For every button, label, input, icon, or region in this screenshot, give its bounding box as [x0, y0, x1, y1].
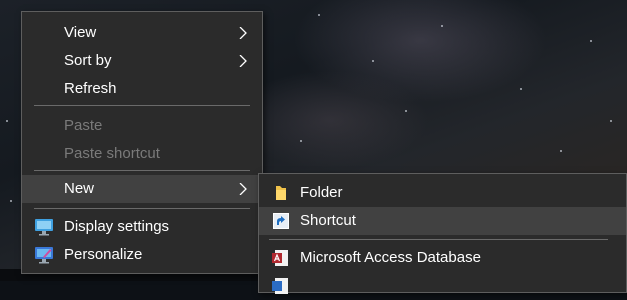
- personalize-icon: [35, 247, 53, 264]
- star-dot: [372, 60, 374, 62]
- star-dot: [610, 120, 612, 122]
- star-dot: [405, 110, 407, 112]
- menu-item-view[interactable]: View: [22, 19, 262, 47]
- menu-item-sort-by[interactable]: Sort by: [22, 47, 262, 75]
- desktop-context-menu: View Sort by Refresh Paste Paste shortcu…: [21, 11, 263, 274]
- access-database-icon: [272, 250, 288, 266]
- menu-item-personalize[interactable]: Personalize: [22, 241, 262, 269]
- menu-item-label: Personalize: [64, 246, 143, 263]
- menu-item-label: Refresh: [64, 80, 117, 97]
- star-dot: [560, 150, 562, 152]
- star-dot: [590, 40, 592, 42]
- menu-separator: [34, 208, 250, 209]
- submenu-item-folder[interactable]: Folder: [259, 179, 626, 207]
- folder-icon: [276, 186, 286, 200]
- chevron-right-icon: [239, 183, 247, 195]
- star-dot: [300, 140, 302, 142]
- menu-item-label: View: [64, 24, 97, 41]
- submenu-item-access-database[interactable]: Microsoft Access Database: [259, 244, 626, 272]
- display-settings-icon: [35, 219, 53, 236]
- menu-item-label: Shortcut: [300, 212, 356, 229]
- menu-separator: [269, 239, 608, 240]
- menu-item-refresh[interactable]: Refresh: [22, 75, 262, 103]
- menu-item-label: Microsoft Access Database: [300, 249, 481, 266]
- menu-item-new[interactable]: New: [22, 175, 262, 203]
- star-dot: [6, 120, 8, 122]
- star-dot: [10, 200, 12, 202]
- submenu-item-shortcut[interactable]: Shortcut: [259, 207, 626, 235]
- menu-item-paste-shortcut[interactable]: Paste shortcut: [22, 140, 262, 168]
- new-submenu: Folder Shortcut Microsoft Access Databas…: [258, 173, 627, 294]
- menu-item-label: Folder: [300, 184, 343, 201]
- star-dot: [520, 88, 522, 90]
- menu-item-display-settings[interactable]: Display settings: [22, 213, 262, 241]
- menu-separator: [34, 105, 250, 106]
- star-dot: [441, 25, 443, 27]
- menu-item-label: Paste: [64, 117, 103, 134]
- menu-item-label: Display settings: [64, 218, 170, 235]
- chevron-right-icon: [239, 55, 247, 67]
- menu-separator: [34, 170, 250, 171]
- document-icon: [272, 278, 288, 294]
- submenu-item-next[interactable]: [259, 272, 626, 300]
- menu-item-label: New: [64, 180, 95, 197]
- menu-item-label: Sort by: [64, 52, 112, 69]
- menu-item-paste[interactable]: Paste: [22, 112, 262, 140]
- shortcut-icon: [273, 213, 289, 229]
- chevron-right-icon: [239, 27, 247, 39]
- menu-item-label: Paste shortcut: [64, 145, 160, 162]
- star-dot: [318, 14, 320, 16]
